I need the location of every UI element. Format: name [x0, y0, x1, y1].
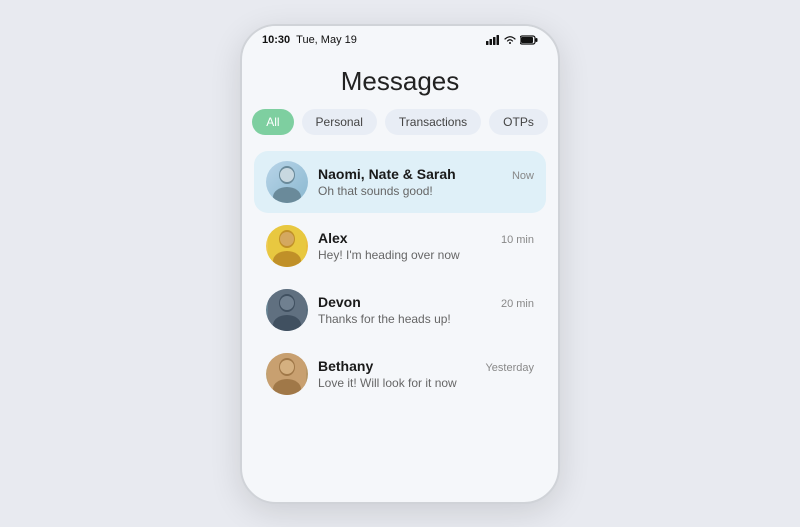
message-content-alex: Alex 10 min Hey! I'm heading over now	[318, 230, 534, 262]
battery-icon	[520, 35, 538, 45]
avatar-naomi	[266, 161, 308, 203]
avatar-devon	[266, 289, 308, 331]
status-date: Tue, May 19	[296, 34, 357, 46]
status-bar: 10:30 Tue, May 19	[242, 26, 558, 50]
contact-name-devon: Devon	[318, 294, 361, 310]
message-preview-devon: Thanks for the heads up!	[318, 312, 534, 326]
message-content-bethany: Bethany Yesterday Love it! Will look for…	[318, 358, 534, 390]
message-item-alex[interactable]: Alex 10 min Hey! I'm heading over now	[254, 215, 546, 277]
message-item-devon[interactable]: Devon 20 min Thanks for the heads up!	[254, 279, 546, 341]
message-content-naomi: Naomi, Nate & Sarah Now Oh that sounds g…	[318, 166, 534, 198]
signal-icon	[486, 35, 500, 45]
status-icons	[486, 35, 538, 45]
message-preview-alex: Hey! I'm heading over now	[318, 248, 534, 262]
page-title: Messages	[242, 50, 558, 109]
wifi-icon	[504, 35, 516, 45]
message-preview-naomi: Oh that sounds good!	[318, 184, 534, 198]
message-item-naomi[interactable]: Naomi, Nate & Sarah Now Oh that sounds g…	[254, 151, 546, 213]
filter-tab-personal[interactable]: Personal	[302, 109, 377, 135]
message-time-naomi: Now	[512, 170, 534, 182]
message-content-devon: Devon 20 min Thanks for the heads up!	[318, 294, 534, 326]
avatar-alex	[266, 225, 308, 267]
filter-tab-otps[interactable]: OTPs	[489, 109, 548, 135]
avatar-bethany	[266, 353, 308, 395]
message-item-bethany[interactable]: Bethany Yesterday Love it! Will look for…	[254, 343, 546, 405]
contact-name-bethany: Bethany	[318, 358, 373, 374]
filter-tabs: All Personal Transactions OTPs	[242, 109, 558, 151]
phone-frame: 10:30 Tue, May 19	[240, 24, 560, 504]
contact-name-alex: Alex	[318, 230, 348, 246]
message-preview-bethany: Love it! Will look for it now	[318, 376, 534, 390]
filter-tab-all[interactable]: All	[252, 109, 293, 135]
message-time-alex: 10 min	[501, 234, 534, 246]
filter-tab-transactions[interactable]: Transactions	[385, 109, 481, 135]
message-time-devon: 20 min	[501, 298, 534, 310]
message-time-bethany: Yesterday	[485, 362, 534, 374]
contact-name-naomi: Naomi, Nate & Sarah	[318, 166, 456, 182]
message-list: Naomi, Nate & Sarah Now Oh that sounds g…	[242, 151, 558, 405]
status-time: 10:30	[262, 34, 290, 46]
